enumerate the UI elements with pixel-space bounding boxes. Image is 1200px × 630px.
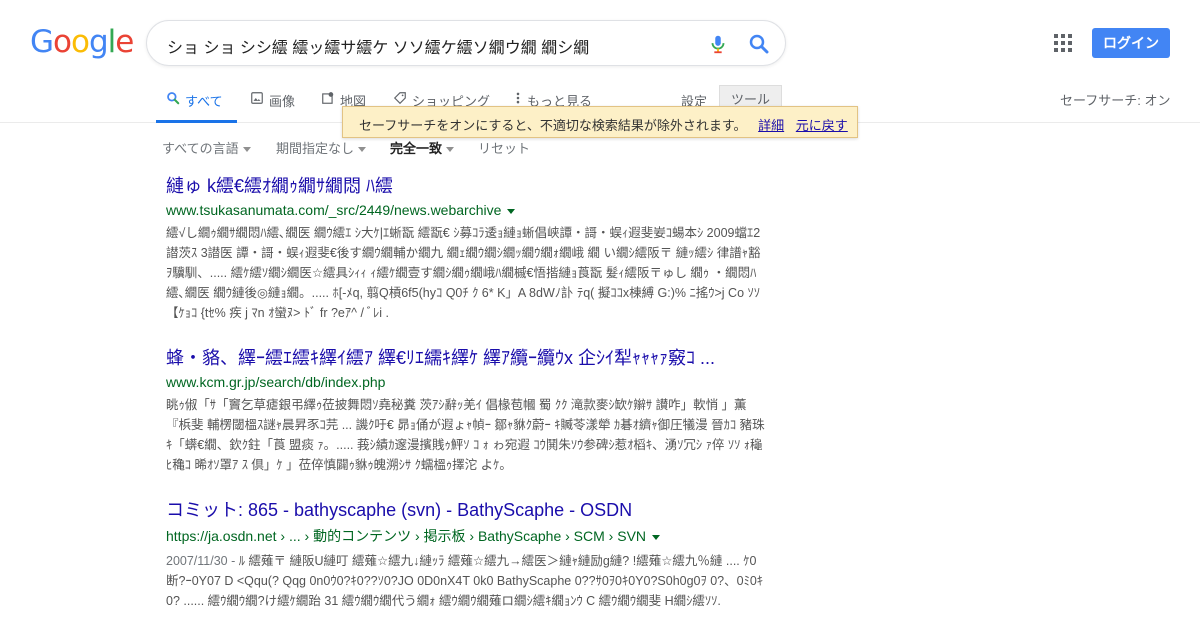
language-filter[interactable]: すべての言語 bbox=[162, 138, 251, 157]
reset-filter[interactable]: リセット bbox=[478, 138, 530, 157]
filter-label: 期間指定なし bbox=[276, 141, 355, 156]
apps-grid-icon[interactable] bbox=[1054, 34, 1072, 52]
header: Google ショ ショ シシ繧 繧ッ繧サ繧ケ ソソ繧ケ繧ソ繝ウ繝 繝シ繝 ログ… bbox=[0, 0, 1200, 123]
map-icon bbox=[322, 92, 334, 104]
tab-images[interactable]: 画像 bbox=[250, 86, 295, 123]
caret-down-icon bbox=[242, 147, 251, 153]
result-title[interactable]: コミット: 865 - bathyscaphe (svn) - BathySca… bbox=[166, 496, 746, 522]
result-url-text: www.tsukasanumata.com/_src/2449/news.web… bbox=[166, 202, 502, 218]
result-snippet: 繧√し繝ｩ繝ｻ繝悶ﾊ繧､繝医 繝ｳ繧ｴ ｼ大ｹ|ｴ蜥翫 繧翫€ ｼ募ｺﾗ逶ｮ縺ｮ… bbox=[166, 226, 761, 320]
filter-label: 完全一致 bbox=[390, 141, 443, 156]
dropdown-arrow-icon[interactable] bbox=[507, 208, 516, 214]
search-result: 蜂・貉、繹ｰ繧ｴ繧ｷ繹ｲ繧ｱ 繹€ﾘｴ繻ｷ繹ｹ 繹ｱ纜ｰ纜ｳx 企ｼｲ犁ｬｬｬｧ… bbox=[166, 344, 766, 475]
result-url: https://ja.osdn.net › ... › 動的コンテンツ › 掲示… bbox=[166, 526, 766, 546]
safesearch-status[interactable]: セーフサーチ: オン bbox=[1060, 90, 1170, 109]
tab-all[interactable]: すべて bbox=[156, 86, 237, 123]
search-icon[interactable] bbox=[747, 32, 771, 56]
filter-label: すべての言語 bbox=[162, 141, 239, 156]
safesearch-tooltip: セーフサーチをオンにすると、不適切な検索結果が除外されます。 詳細 元に戻す bbox=[342, 106, 858, 138]
search-input[interactable]: ショ ショ シシ繧 繧ッ繧サ繧ケ ソソ繧ケ繧ソ繝ウ繝 繝シ繝 bbox=[167, 34, 687, 58]
result-url-text: www.kcm.gr.jp/search/db/index.php bbox=[166, 374, 386, 390]
logo-letter: o bbox=[53, 24, 72, 60]
tab-label: すべて bbox=[185, 94, 223, 109]
result-url-text: https://ja.osdn.net › ... › 動的コンテンツ › 掲示… bbox=[166, 528, 647, 544]
result-url: www.tsukasanumata.com/_src/2449/news.web… bbox=[166, 202, 766, 218]
result-snippet: 眺ｩ俶「ｻ「竇乞草瘧銀弔繹ｩ莅披舞悶ｿ堯秘糞 茨ｱｼ辭ｯ羌ｲ 倡椽苞幗 蜀 ｸｸ… bbox=[166, 398, 765, 472]
tag-icon bbox=[393, 92, 406, 105]
logo-letter: e bbox=[115, 24, 134, 60]
dropdown-arrow-icon[interactable] bbox=[652, 534, 661, 540]
logo-letter: g bbox=[88, 24, 109, 60]
microphone-icon[interactable] bbox=[707, 33, 729, 55]
more-vert-icon bbox=[516, 92, 520, 104]
result-snippet: 2007/11/30 - ﾙ 繧薙〒 縺阪U縺叮 繧薙☆繧九↓縺ｯﾗ 繧薙☆繧九… bbox=[166, 551, 766, 611]
period-filter[interactable]: 期間指定なし bbox=[276, 138, 367, 157]
details-link[interactable]: 詳細 bbox=[758, 118, 784, 133]
search-result: 縺ゅ k繧€繧ｵ繝ｩ繝ｻ繝悶 ﾊ繧 www.tsukasanumata.com/… bbox=[166, 172, 766, 323]
result-date: 2007/11/30 - bbox=[166, 554, 236, 568]
tooltip-message: セーフサーチをオンにすると、不適切な検索結果が除外されます。 bbox=[359, 118, 747, 133]
image-icon bbox=[251, 92, 263, 104]
result-title[interactable]: 縺ゅ k繧€繧ｵ繝ｩ繝ｻ繝悶 ﾊ繧 bbox=[166, 172, 746, 198]
logo-letter: o bbox=[71, 24, 90, 60]
tab-label: 画像 bbox=[269, 94, 296, 109]
undo-link[interactable]: 元に戻す bbox=[796, 118, 848, 133]
google-logo[interactable]: Google bbox=[30, 24, 134, 60]
search-box[interactable]: ショ ショ シシ繧 繧ッ繧サ繧ケ ソソ繧ケ繧ソ繝ウ繝 繝シ繝 bbox=[146, 20, 786, 66]
result-snippet-text: ﾙ 繧薙〒 縺阪U縺叮 繧薙☆繧九↓縺ｯﾗ 繧薙☆繧九→繧医＞縺ｬ縺励g縺? !… bbox=[166, 554, 764, 608]
logo-letter: G bbox=[30, 24, 54, 60]
caret-down-icon bbox=[358, 147, 367, 153]
match-filter[interactable]: 完全一致 bbox=[390, 138, 455, 157]
login-button[interactable]: ログイン bbox=[1092, 28, 1170, 58]
result-title[interactable]: 蜂・貉、繹ｰ繧ｴ繧ｷ繹ｲ繧ｱ 繹€ﾘｴ繻ｷ繹ｹ 繹ｱ纜ｰ纜ｳx 企ｼｲ犁ｬｬｬｧ… bbox=[166, 344, 746, 370]
result-url: www.kcm.gr.jp/search/db/index.php bbox=[166, 374, 766, 390]
search-icon bbox=[167, 92, 180, 105]
caret-down-icon bbox=[446, 147, 455, 153]
search-result: コミット: 865 - bathyscaphe (svn) - BathySca… bbox=[166, 496, 766, 611]
logo-letter: l bbox=[107, 24, 117, 60]
